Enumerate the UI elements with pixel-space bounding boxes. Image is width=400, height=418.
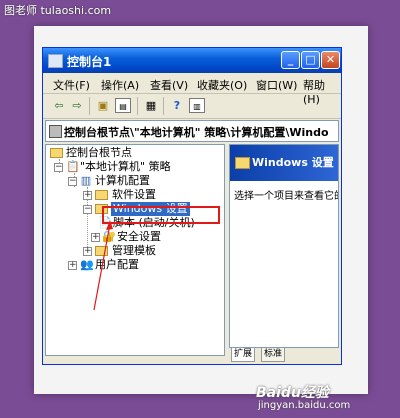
menu-file[interactable]: 文件(F) [53, 77, 90, 93]
baidu-watermark-logo: Baidu经验 [256, 385, 329, 401]
result-pane-title: Windows 设置 [252, 156, 334, 169]
top-watermark: 图老师 tulaoshi.com [4, 4, 112, 17]
properties-icon[interactable]: ▥ [189, 98, 205, 113]
tree-item-label: 计算机配置 [95, 174, 150, 187]
menu-window[interactable]: 窗口(W) [256, 77, 297, 93]
expand-toggle[interactable]: + [68, 261, 77, 270]
result-pane-description: 选择一个项目来查看它的 [234, 191, 339, 202]
help-icon[interactable]: ? [169, 98, 185, 113]
folder-icon [235, 157, 250, 169]
folder-icon [95, 246, 108, 256]
menu-view[interactable]: 查看(V) [150, 77, 188, 93]
export-list-icon[interactable]: ▦ [143, 98, 159, 113]
path-text: 控制台根节点\"本地计算机" 策略\计算机配置\Windo [64, 126, 329, 139]
users-icon: 👥 [80, 258, 94, 271]
up-folder-icon[interactable]: ▣ [95, 98, 111, 113]
close-button[interactable]: ✕ [321, 51, 340, 69]
folder-icon [95, 190, 108, 200]
forward-arrow-icon[interactable]: ⇨ [69, 98, 85, 113]
tree-item-label: 用户配置 [95, 258, 139, 271]
annotation-highlight-box [102, 206, 220, 224]
policy-icon [49, 125, 62, 138]
window-title: 控制台1 [67, 55, 112, 69]
maximize-button[interactable]: □ [301, 51, 320, 69]
security-icon: 🔐 [102, 230, 116, 243]
policy-icon: 📋 [66, 160, 80, 173]
minimize-button[interactable]: _ [281, 51, 300, 69]
expand-toggle[interactable]: + [83, 247, 92, 256]
path-bar: 控制台根节点\"本地计算机" 策略\计算机配置\Windo [45, 120, 339, 142]
result-pane: Windows 设置 选择一个项目来查看它的 [229, 144, 339, 348]
tree-item-label: 安全设置 [117, 230, 161, 243]
menu-action[interactable]: 操作(A) [101, 77, 139, 93]
toolbar-separator [163, 97, 164, 115]
collapse-toggle[interactable]: − [54, 163, 63, 172]
folder-icon [50, 148, 63, 158]
show-hide-tree-icon[interactable]: ▤ [115, 98, 131, 113]
tree-item-label: 软件设置 [112, 188, 156, 201]
expand-toggle[interactable]: + [83, 191, 92, 200]
tree-item-label: "本地计算机" 策略 [80, 160, 171, 173]
collapse-toggle[interactable]: − [83, 205, 92, 214]
tree-item-label: 控制台根节点 [66, 146, 132, 159]
console-app-icon [48, 54, 63, 68]
toolbar-separator [89, 97, 90, 115]
back-arrow-icon[interactable]: ⇦ [51, 98, 67, 113]
result-pane-header: Windows 设置 [230, 145, 338, 181]
menu-bar: 文件(F) 操作(A) 查看(V) 收藏夹(O) 窗口(W) 帮助(H) [43, 73, 341, 106]
toolbar: ⇦ ⇨ ▣ ▤ ▦ ? ▥ [43, 94, 341, 119]
toolbar-separator [137, 97, 138, 115]
status-bar [43, 360, 341, 365]
tree-pane: 控制台根节点 − 📋 "本地计算机" 策略 − ▥ 计算机配置 + 软件设置 −… [45, 144, 225, 356]
collapse-toggle[interactable]: − [68, 177, 77, 186]
tree-item-label: 管理模板 [112, 244, 156, 257]
computer-icon: ▥ [80, 174, 92, 187]
baidu-watermark-url: jingyan.baidu.com [258, 400, 351, 411]
title-bar[interactable]: 控制台1 _ □ ✕ [43, 48, 341, 73]
menu-favorites[interactable]: 收藏夹(O) [197, 77, 247, 93]
expand-toggle[interactable]: + [91, 233, 100, 242]
